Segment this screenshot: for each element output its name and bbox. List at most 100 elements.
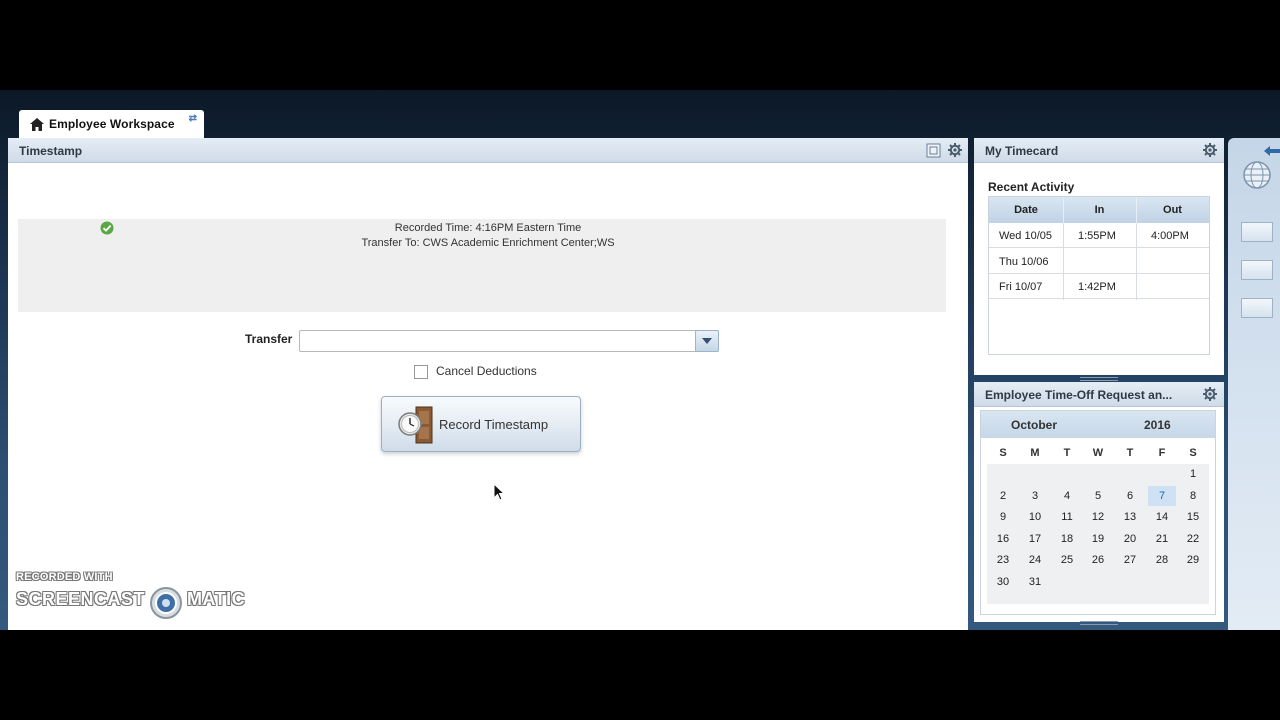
calendar-day[interactable]: 9 bbox=[989, 507, 1017, 527]
calendar-day[interactable]: 20 bbox=[1116, 529, 1144, 549]
calendar-day[interactable]: 22 bbox=[1179, 529, 1207, 549]
record-timestamp-label: Record Timestamp bbox=[439, 417, 549, 432]
timestamp-panel: Timestamp Recorded Time: 4:16PM Eastern … bbox=[8, 138, 968, 630]
sidebar-widget-button[interactable] bbox=[1241, 298, 1273, 318]
calendar: October 2016 S M T W T F S 1 2 3 4 5 6 7 8 9 10 11 12 13 14 1… bbox=[980, 410, 1216, 615]
transfer-input[interactable] bbox=[299, 330, 719, 352]
maximize-icon[interactable] bbox=[926, 143, 941, 158]
calendar-day[interactable]: 31 bbox=[1021, 572, 1049, 592]
row-date: Fri 10/07 bbox=[999, 281, 1043, 293]
sidebar-widget-button[interactable] bbox=[1241, 260, 1273, 280]
calendar-month[interactable]: October bbox=[1011, 418, 1057, 432]
gear-icon[interactable] bbox=[1203, 143, 1217, 157]
calendar-day[interactable]: 16 bbox=[989, 529, 1017, 549]
transfer-to-text: Transfer To: CWS Academic Enrichment Cen… bbox=[361, 237, 615, 249]
calendar-day[interactable]: 30 bbox=[989, 572, 1017, 592]
calendar-day[interactable]: 14 bbox=[1148, 507, 1176, 527]
timecard-table-header: Date In Out bbox=[989, 197, 1209, 223]
table-row[interactable]: Wed 10/05 1:55PM 4:00PM bbox=[989, 223, 1209, 248]
timestamp-panel-header: Timestamp bbox=[8, 138, 968, 163]
calendar-day[interactable]: 2 bbox=[989, 486, 1017, 506]
calendar-day[interactable]: 5 bbox=[1084, 486, 1112, 506]
calendar-day[interactable]: 1 bbox=[1179, 464, 1207, 484]
collapse-arrow-icon[interactable] bbox=[1264, 146, 1280, 156]
calendar-day[interactable]: 25 bbox=[1053, 550, 1081, 570]
calendar-day[interactable]: 10 bbox=[1021, 507, 1049, 527]
calendar-day[interactable]: 24 bbox=[1021, 550, 1049, 570]
timecard-panel-header: My Timecard bbox=[974, 138, 1224, 163]
calendar-weekday-label: F bbox=[1158, 447, 1166, 459]
calendar-day[interactable]: 12 bbox=[1084, 507, 1112, 527]
clock-door-icon bbox=[398, 406, 433, 444]
calendar-day[interactable]: 27 bbox=[1116, 550, 1144, 570]
column-header-out: Out bbox=[1163, 204, 1182, 216]
calendar-day[interactable]: 23 bbox=[989, 550, 1017, 570]
screencast-watermark: RECORDED WITH SCREENCAST MATIC bbox=[16, 571, 248, 619]
calendar-weekday-label: S bbox=[999, 447, 1007, 459]
chevron-down-icon bbox=[702, 338, 712, 344]
table-row[interactable]: Thu 10/06 bbox=[989, 249, 1209, 274]
gear-icon[interactable] bbox=[948, 143, 962, 157]
sidebar-widget-button[interactable] bbox=[1241, 222, 1273, 242]
timecard-panel: My Timecard Recent Activity Date In Out … bbox=[974, 138, 1224, 375]
calendar-day[interactable]: 19 bbox=[1084, 529, 1112, 549]
panel-splitter-handle[interactable] bbox=[1080, 621, 1118, 625]
column-header-in: In bbox=[1094, 204, 1105, 216]
calendar-header: October 2016 bbox=[981, 411, 1215, 438]
timeoff-panel-header: Employee Time-Off Request an... bbox=[974, 382, 1224, 407]
record-timestamp-button[interactable]: Record Timestamp bbox=[381, 396, 581, 452]
calendar-day[interactable]: 18 bbox=[1053, 529, 1081, 549]
calendar-day[interactable]: 15 bbox=[1179, 507, 1207, 527]
calendar-day[interactable]: 28 bbox=[1148, 550, 1176, 570]
tab-employee-workspace[interactable]: Employee Workspace ⇄ bbox=[19, 110, 204, 138]
calendar-day[interactable]: 21 bbox=[1148, 529, 1176, 549]
calendar-day[interactable]: 7 bbox=[1148, 485, 1176, 506]
table-row[interactable]: Fri 10/07 1:42PM bbox=[989, 274, 1209, 299]
screencast-logo-icon bbox=[150, 587, 182, 619]
refresh-icon[interactable]: ⇄ bbox=[189, 113, 197, 124]
panel-splitter-handle[interactable] bbox=[1080, 377, 1118, 381]
watermark-word-left: SCREENCAST bbox=[16, 589, 146, 609]
calendar-day[interactable]: 8 bbox=[1179, 486, 1207, 506]
calendar-weekday-label: W bbox=[1092, 447, 1104, 459]
calendar-weekday-label: M bbox=[1030, 447, 1040, 459]
screen: Employee Workspace ⇄ Timestamp Recorded … bbox=[0, 0, 1280, 720]
cancel-deductions-label: Cancel Deductions bbox=[436, 364, 537, 378]
transfer-dropdown-button[interactable] bbox=[695, 330, 719, 352]
timecard-table: Date In Out Wed 10/05 1:55PM 4:00PM Thu … bbox=[988, 196, 1210, 355]
calendar-day[interactable]: 29 bbox=[1179, 550, 1207, 570]
row-date: Thu 10/06 bbox=[999, 256, 1049, 268]
tab-label: Employee Workspace bbox=[49, 117, 175, 131]
app-workspace: Employee Workspace ⇄ Timestamp Recorded … bbox=[0, 90, 1280, 630]
calendar-day[interactable]: 6 bbox=[1116, 486, 1144, 506]
calendar-weekday-label: S bbox=[1189, 447, 1197, 459]
home-icon bbox=[30, 117, 44, 131]
recent-activity-heading: Recent Activity bbox=[988, 180, 1075, 194]
calendar-weekday-label: T bbox=[1126, 447, 1134, 459]
calendar-day[interactable]: 26 bbox=[1084, 550, 1112, 570]
panel-title: My Timecard bbox=[985, 144, 1059, 158]
row-in: 1:42PM bbox=[1078, 281, 1116, 293]
recorded-time-text: Recorded Time: 4:16PM Eastern Time bbox=[394, 222, 582, 234]
cancel-deductions-checkbox[interactable] bbox=[414, 365, 428, 379]
column-header-date: Date bbox=[1014, 204, 1038, 216]
calendar-day[interactable]: 4 bbox=[1053, 486, 1081, 506]
row-in: 1:55PM bbox=[1078, 230, 1116, 242]
calendar-day[interactable]: 13 bbox=[1116, 507, 1144, 527]
panel-title: Timestamp bbox=[19, 144, 83, 158]
calendar-day[interactable]: 17 bbox=[1021, 529, 1049, 549]
globe-icon[interactable] bbox=[1242, 160, 1272, 190]
row-date: Wed 10/05 bbox=[999, 230, 1053, 242]
calendar-day[interactable]: 11 bbox=[1053, 507, 1081, 527]
gear-icon[interactable] bbox=[1203, 387, 1217, 401]
transfer-label: Transfer bbox=[245, 332, 293, 346]
watermark-caption: RECORDED WITH bbox=[16, 571, 113, 583]
watermark-word-right: MATIC bbox=[187, 589, 246, 609]
right-sidebar bbox=[1228, 138, 1280, 630]
calendar-weekday-label: T bbox=[1063, 447, 1071, 459]
mouse-cursor-icon bbox=[493, 483, 506, 501]
calendar-year[interactable]: 2016 bbox=[1144, 418, 1171, 432]
panel-title: Employee Time-Off Request an... bbox=[985, 388, 1173, 402]
calendar-day[interactable]: 3 bbox=[1021, 486, 1049, 506]
timeoff-panel: Employee Time-Off Request an... October … bbox=[974, 382, 1224, 622]
